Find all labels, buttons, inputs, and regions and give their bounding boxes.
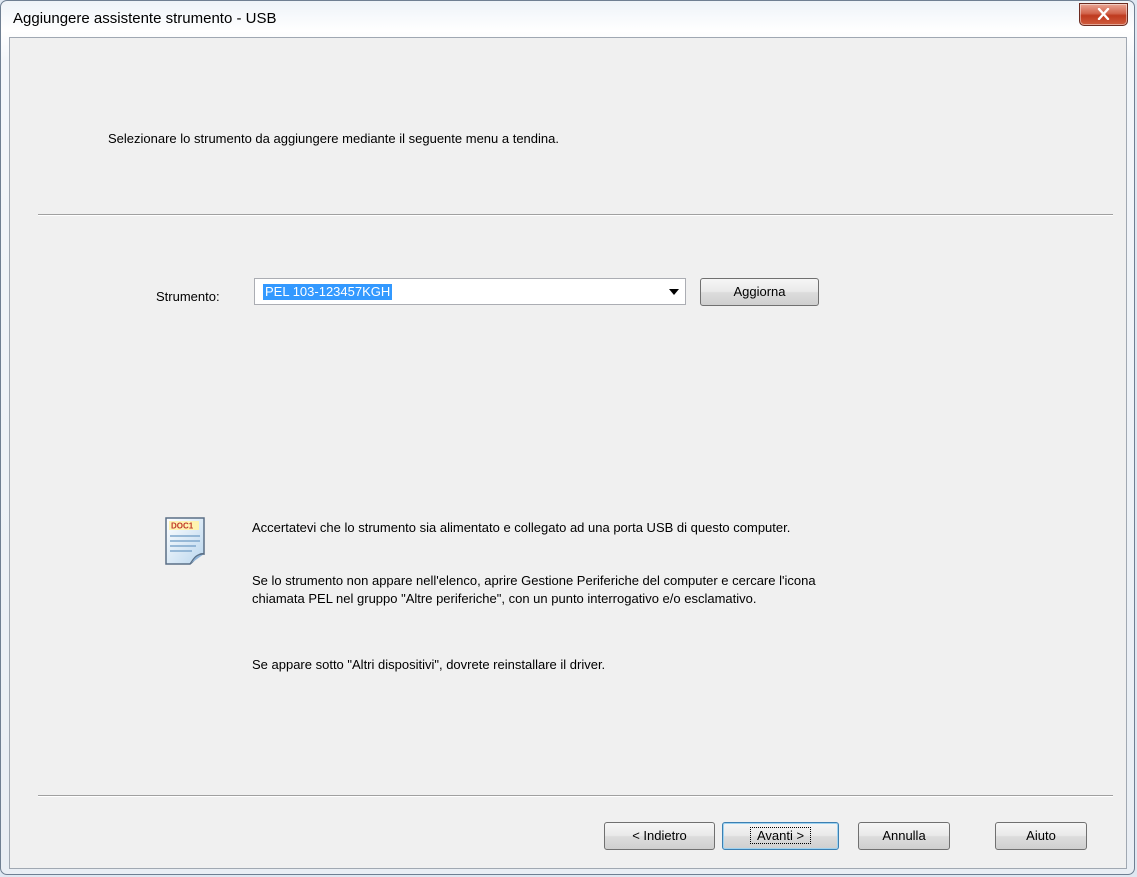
header-divider <box>38 214 1113 216</box>
refresh-button[interactable]: Aggiorna <box>700 278 819 306</box>
footer-divider <box>38 795 1113 797</box>
next-button[interactable]: Avanti > <box>722 822 839 850</box>
dialog-body: Selezionare lo strumento da aggiungere m… <box>9 37 1127 869</box>
document-icon-text: DOC1 <box>171 522 194 531</box>
title-bar: Aggiungere assistente strumento - USB <box>1 1 1134 37</box>
window-title: Aggiungere assistente strumento - USB <box>13 10 277 27</box>
info-power-text: Accertatevi che lo strumento sia aliment… <box>252 520 791 535</box>
help-button[interactable]: Aiuto <box>995 822 1087 850</box>
instrument-dropdown[interactable]: PEL 103-123457KGH <box>254 278 686 305</box>
wizard-window: Aggiungere assistente strumento - USB Se… <box>0 0 1135 875</box>
info-device-manager-line-2: chiamata PEL nel gruppo "Altre periferic… <box>252 591 757 606</box>
instrument-selected-value: PEL 103-123457KGH <box>263 284 393 300</box>
next-button-label: Avanti > <box>749 827 812 844</box>
back-button[interactable]: < Indietro <box>604 822 715 850</box>
info-reinstall-text: Se appare sotto "Altri dispositivi", dov… <box>252 657 606 672</box>
close-button[interactable] <box>1079 3 1128 26</box>
instruction-text: Selezionare lo strumento da aggiungere m… <box>108 131 559 146</box>
info-device-manager-text: Se lo strumento non appare nell'elenco, … <box>252 572 1012 608</box>
document-icon: DOC1 <box>165 517 205 565</box>
dropdown-arrow-icon[interactable] <box>669 289 679 295</box>
cancel-button[interactable]: Annulla <box>858 822 950 850</box>
instrument-label: Strumento: <box>156 289 220 304</box>
info-device-manager-line-1: Se lo strumento non appare nell'elenco, … <box>252 573 816 588</box>
close-icon <box>1097 8 1110 20</box>
